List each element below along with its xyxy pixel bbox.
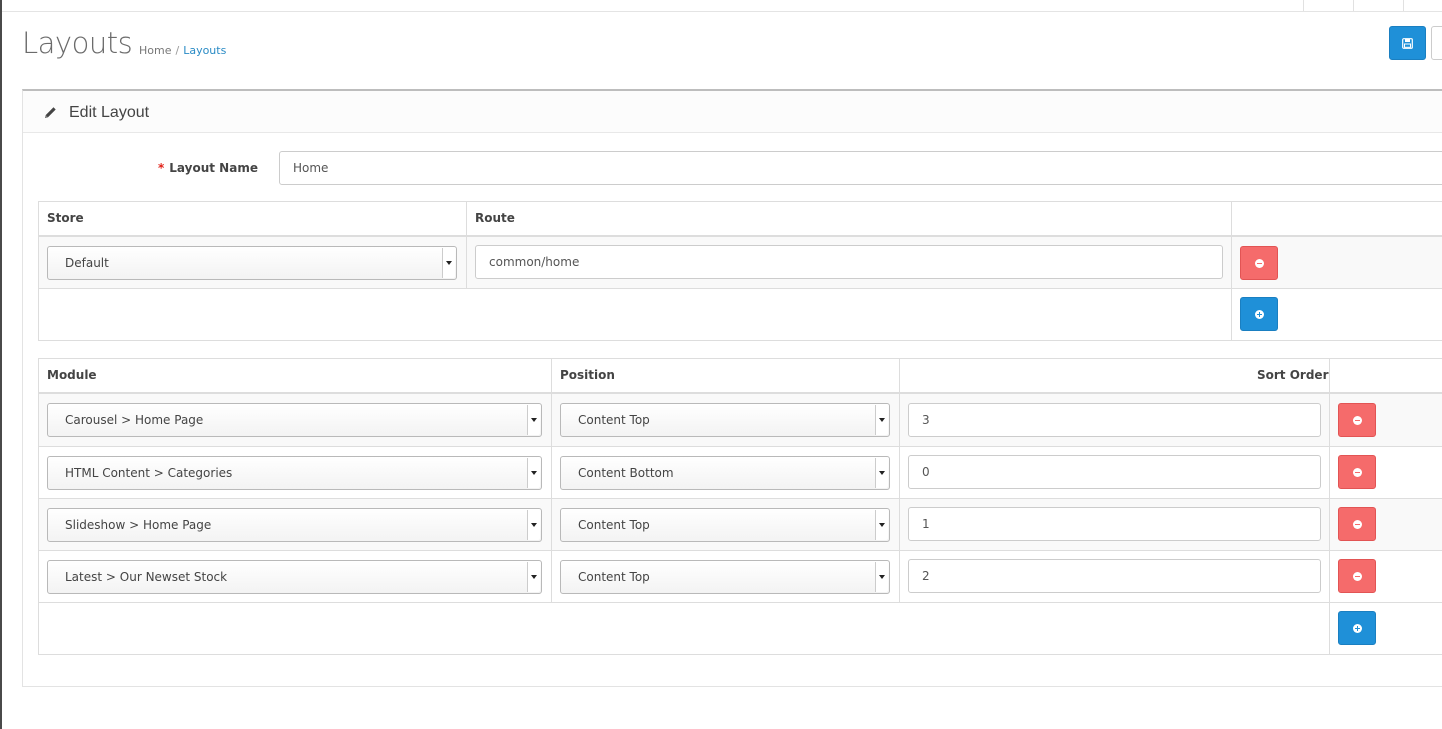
required-marker: * (158, 161, 165, 175)
layout-name-input[interactable]: Home (279, 151, 1442, 185)
left-edge-bar (0, 0, 2, 729)
module-select[interactable]: Latest > Our Newset Stock (47, 560, 542, 594)
module-select-value: Latest > Our Newset Stock (65, 570, 228, 584)
module-select-value: HTML Content > Categories (65, 466, 233, 480)
panel-title: Edit Layout (69, 104, 150, 121)
module-select[interactable]: Slideshow > Home Page (47, 508, 542, 542)
chevron-down-icon (875, 458, 888, 488)
position-select-value: Content Top (578, 518, 650, 532)
breadcrumb-separator: / (175, 44, 180, 57)
save-button[interactable] (1389, 26, 1426, 60)
remove-route-button[interactable] (1240, 246, 1278, 280)
breadcrumb: Home / Layouts (139, 44, 226, 57)
header-control[interactable] (1303, 0, 1354, 11)
layout-name-label-text: Layout Name (169, 161, 258, 175)
store-column-header: Store (47, 211, 84, 225)
chevron-down-icon (875, 562, 888, 592)
back-button[interactable] (1431, 26, 1442, 60)
module-column-header: Module (47, 368, 97, 382)
sort-order-input[interactable]: 0 (908, 455, 1321, 489)
chevron-down-icon (527, 510, 540, 540)
chevron-down-icon (442, 248, 455, 278)
remove-module-button[interactable] (1338, 403, 1376, 437)
position-select-value: Content Bottom (578, 466, 674, 480)
sort-order-input[interactable]: 1 (908, 507, 1321, 541)
module-select-value: Slideshow > Home Page (65, 518, 212, 532)
sort-order-input[interactable]: 3 (908, 403, 1321, 437)
module-select-value: Carousel > Home Page (65, 413, 204, 427)
add-module-button[interactable] (1338, 611, 1376, 645)
plus-circle-icon (1254, 309, 1264, 319)
store-select-value: Default (65, 256, 109, 270)
module-select[interactable]: Carousel > Home Page (47, 403, 542, 437)
remove-module-button[interactable] (1338, 455, 1376, 489)
position-column-header: Position (560, 368, 615, 382)
route-column-header: Route (475, 211, 515, 225)
sort-order-column-header: Sort Order (1257, 368, 1329, 382)
page-title: Layouts (22, 26, 133, 60)
minus-circle-icon (1352, 571, 1362, 581)
remove-module-button[interactable] (1338, 507, 1376, 541)
module-select[interactable]: HTML Content > Categories (47, 456, 542, 490)
position-select-value: Content Top (578, 413, 650, 427)
position-select-value: Content Top (578, 570, 650, 584)
route-input[interactable]: common/home (475, 245, 1223, 279)
store-select[interactable]: Default (47, 246, 457, 280)
header-control[interactable] (1353, 0, 1404, 11)
sort-order-input[interactable]: 2 (908, 559, 1321, 593)
pencil-icon (45, 107, 56, 118)
chevron-down-icon (875, 405, 888, 435)
remove-module-button[interactable] (1338, 559, 1376, 593)
chevron-down-icon (527, 405, 540, 435)
position-select[interactable]: Content Top (560, 508, 890, 542)
position-select[interactable]: Content Top (560, 403, 890, 437)
floppy-disk-icon (1402, 37, 1413, 49)
top-header-bar (2, 0, 1442, 12)
minus-circle-icon (1352, 415, 1362, 425)
breadcrumb-layouts-link[interactable]: Layouts (183, 44, 226, 57)
chevron-down-icon (527, 562, 540, 592)
position-select[interactable]: Content Top (560, 560, 890, 594)
minus-circle-icon (1352, 519, 1362, 529)
add-route-button[interactable] (1240, 297, 1278, 331)
plus-circle-icon (1352, 623, 1362, 633)
layout-name-label: * Layout Name (158, 161, 258, 175)
chevron-down-icon (527, 458, 540, 488)
chevron-down-icon (875, 510, 888, 540)
breadcrumb-home-link[interactable]: Home (139, 44, 171, 57)
header-control[interactable] (1403, 0, 1442, 11)
minus-circle-icon (1254, 258, 1264, 268)
minus-circle-icon (1352, 467, 1362, 477)
position-select[interactable]: Content Bottom (560, 456, 890, 490)
panel-heading: Edit Layout (23, 91, 1442, 133)
